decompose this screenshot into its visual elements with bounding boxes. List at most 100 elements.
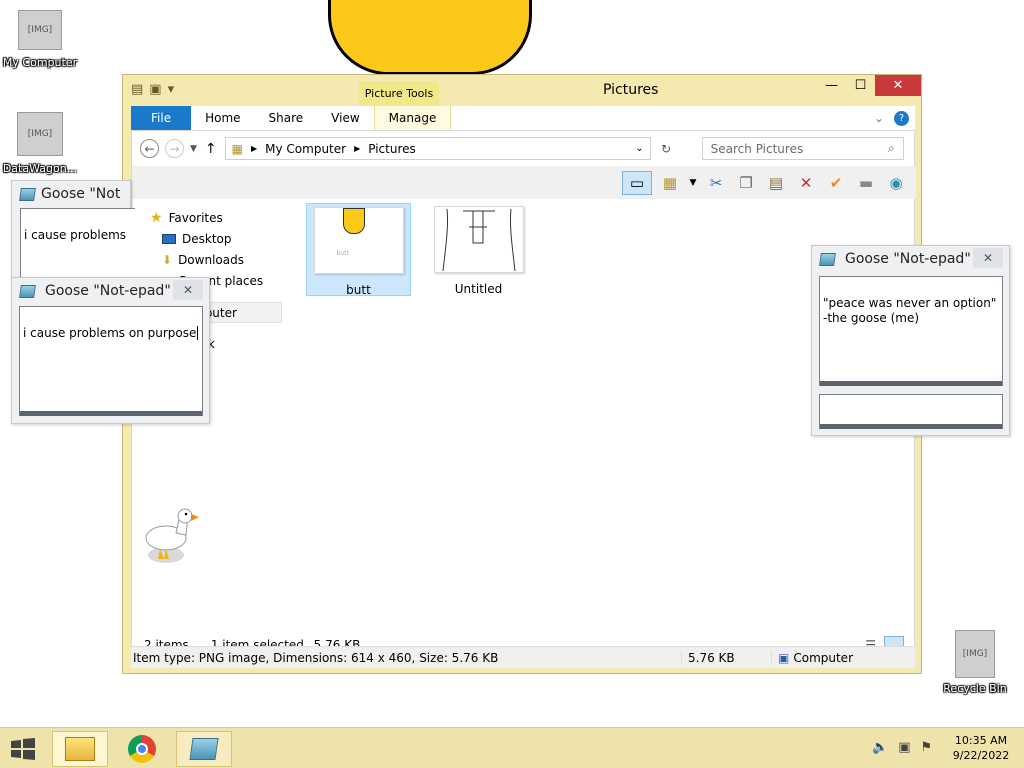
options-dropdown-icon[interactable]: ▼ xyxy=(688,171,698,195)
notepad-icon xyxy=(189,738,219,760)
search-input[interactable]: Search Pictures xyxy=(711,142,804,156)
notepad-title: Goose "Not xyxy=(41,186,121,202)
notepad-text-area[interactable]: i cause problems on purpose xyxy=(19,306,203,416)
details-bar: Item type: PNG image, Dimensions: 614 x … xyxy=(131,646,915,668)
refresh-button[interactable]: ↻ xyxy=(657,139,676,158)
window-title: Pictures xyxy=(603,82,659,98)
notepad-icon xyxy=(819,252,836,266)
datawagon-icon: [IMG] xyxy=(17,112,63,156)
preview-pane-icon[interactable]: ▭ xyxy=(622,171,652,195)
tab-manage[interactable]: Manage xyxy=(373,106,452,130)
nav-desktop[interactable]: Desktop xyxy=(132,228,292,249)
copy-icon[interactable]: ❐ xyxy=(734,171,758,195)
explorer-window[interactable]: ▤ ▣ ▾ Picture Tools Pictures — ☐ ✕ File … xyxy=(122,74,922,674)
file-item-untitled[interactable]: Untitled xyxy=(426,203,531,296)
clock-date: 9/22/2022 xyxy=(952,749,1010,762)
search-field[interactable]: Search Pictures ⌕ xyxy=(701,137,904,160)
goose-beak xyxy=(191,514,199,521)
yellow-drawing xyxy=(328,0,532,75)
computer-icon: [IMG] xyxy=(18,10,62,50)
delete-icon[interactable]: ✕ xyxy=(794,171,818,195)
desktop-icon-label: DataWagon... xyxy=(2,162,78,175)
start-button[interactable] xyxy=(0,731,46,767)
chrome-icon xyxy=(128,735,156,763)
action-center-icon[interactable]: ⚑ xyxy=(920,740,932,755)
desktop-icon-my-computer[interactable]: [IMG] My Computer xyxy=(0,10,80,69)
content-area: ← → ▼ ↑ ▦ ▶ My Computer ▶ Pictures ⌄ ↻ S… xyxy=(131,130,916,667)
computer-icon: ▣ xyxy=(778,650,790,665)
up-button[interactable]: ↑ xyxy=(205,141,217,157)
goose-sprite[interactable] xyxy=(142,505,204,567)
notepad-window-left[interactable]: Goose "Not-epad" ✕ i cause problems on p… xyxy=(11,277,210,424)
notepad-text-area[interactable]: "peace was never an option" -the goose (… xyxy=(819,276,1003,386)
notepad-text-area[interactable]: i cause problems xyxy=(20,208,135,288)
breadcrumb-pictures[interactable]: Pictures xyxy=(368,142,416,156)
search-icon[interactable]: ⌕ xyxy=(888,141,895,156)
desktop-icon-label: My Computer xyxy=(2,56,78,69)
breadcrumb-separator: ▶ xyxy=(251,144,258,153)
notepad-icon xyxy=(19,187,36,201)
tab-view[interactable]: View xyxy=(317,106,373,130)
minimize-button[interactable]: — xyxy=(817,75,846,96)
file-name: butt xyxy=(346,283,371,297)
file-thumbnail: butt xyxy=(313,207,404,274)
desktop-icon-recycle-bin[interactable]: [IMG] Recycle Bin xyxy=(935,630,1015,695)
properties-icon[interactable]: ▬ xyxy=(854,171,878,195)
desktop-icon-datawagon[interactable]: [IMG] DataWagon... xyxy=(0,112,80,175)
folder-options-icon[interactable]: ▦ xyxy=(658,171,682,195)
thumbnail-caption: butt xyxy=(336,250,349,257)
goose-head xyxy=(177,508,193,524)
network-icon[interactable]: ▣ xyxy=(898,740,910,755)
taskbar-chrome[interactable] xyxy=(114,731,170,767)
nav-favorites[interactable]: ★ Favorites xyxy=(132,207,292,228)
volume-muted-icon[interactable]: 🔈 xyxy=(872,740,888,755)
tab-file[interactable]: File xyxy=(131,106,192,130)
help-icon[interactable]: ? xyxy=(888,106,915,130)
desktop-icon-label: Recycle Bin xyxy=(943,682,1007,695)
address-bar[interactable]: ▦ ▶ My Computer ▶ Pictures ⌄ xyxy=(224,137,651,160)
notepad-scrollbar[interactable] xyxy=(820,424,1002,429)
maximize-button[interactable]: ☐ xyxy=(846,75,875,96)
clock[interactable]: 10:35 AM 9/22/2022 xyxy=(948,733,1014,763)
sketch-thumbnail xyxy=(442,208,515,272)
ribbon-expand-icon[interactable]: ⌄ xyxy=(870,106,888,130)
customize-toolbar-icon[interactable]: ▾ xyxy=(168,82,175,97)
breadcrumb-my-computer[interactable]: My Computer xyxy=(265,142,346,156)
taskbar: 🔈 ▣ ⚑ 10:35 AM 9/22/2022 xyxy=(0,727,1024,768)
nav-downloads[interactable]: ⬇ Downloads xyxy=(132,249,292,270)
picture-tools-group: Picture Tools xyxy=(359,81,439,106)
properties-icon[interactable]: ▤ xyxy=(131,82,143,97)
details-location: ▣ Computer xyxy=(771,650,853,665)
pictures-folder-icon: ▦ xyxy=(231,141,243,156)
notepad-scrollbar[interactable] xyxy=(20,411,202,416)
downloads-icon: ⬇ xyxy=(162,252,173,267)
close-button[interactable]: ✕ xyxy=(173,280,203,300)
recycle-bin-icon: [IMG] xyxy=(955,630,995,678)
close-button[interactable]: ✕ xyxy=(973,248,1003,268)
tab-home[interactable]: Home xyxy=(191,106,254,130)
notepad-window-right[interactable]: Goose "Not-epad" ✕ "peace was never an o… xyxy=(811,245,1010,436)
close-button[interactable]: ✕ xyxy=(875,75,921,96)
back-button[interactable]: ← xyxy=(140,139,159,158)
new-folder-icon[interactable]: ▣ xyxy=(149,82,161,97)
notepad-window-back[interactable]: Goose "Not i cause problems xyxy=(11,180,135,288)
recent-locations-icon[interactable]: ▼ xyxy=(190,144,197,154)
forward-button[interactable]: → xyxy=(165,139,184,158)
goose-eye xyxy=(184,512,188,516)
address-dropdown-icon[interactable]: ⌄ xyxy=(635,143,643,154)
title-bar[interactable]: ▤ ▣ ▾ Picture Tools Pictures — ☐ ✕ xyxy=(123,75,921,107)
taskbar-file-explorer[interactable] xyxy=(52,731,108,767)
notepad-title-bar[interactable]: Goose "Not xyxy=(12,181,130,207)
cut-icon[interactable]: ✂ xyxy=(704,171,728,195)
taskbar-notepad[interactable] xyxy=(176,731,232,767)
folder-icon xyxy=(65,737,95,761)
breadcrumb-separator: ▶ xyxy=(354,144,361,153)
globe-icon[interactable]: ◉ xyxy=(884,171,908,195)
rename-check-icon[interactable]: ✔ xyxy=(824,171,848,195)
notepad-scrollbar[interactable] xyxy=(820,381,1002,386)
quick-access-toolbar[interactable]: ▤ ▣ ▾ xyxy=(131,82,174,97)
tab-share[interactable]: Share xyxy=(255,106,318,130)
file-item-butt[interactable]: butt butt xyxy=(306,203,411,297)
paste-icon[interactable]: ▤ xyxy=(764,171,788,195)
file-thumbnail xyxy=(433,206,524,273)
